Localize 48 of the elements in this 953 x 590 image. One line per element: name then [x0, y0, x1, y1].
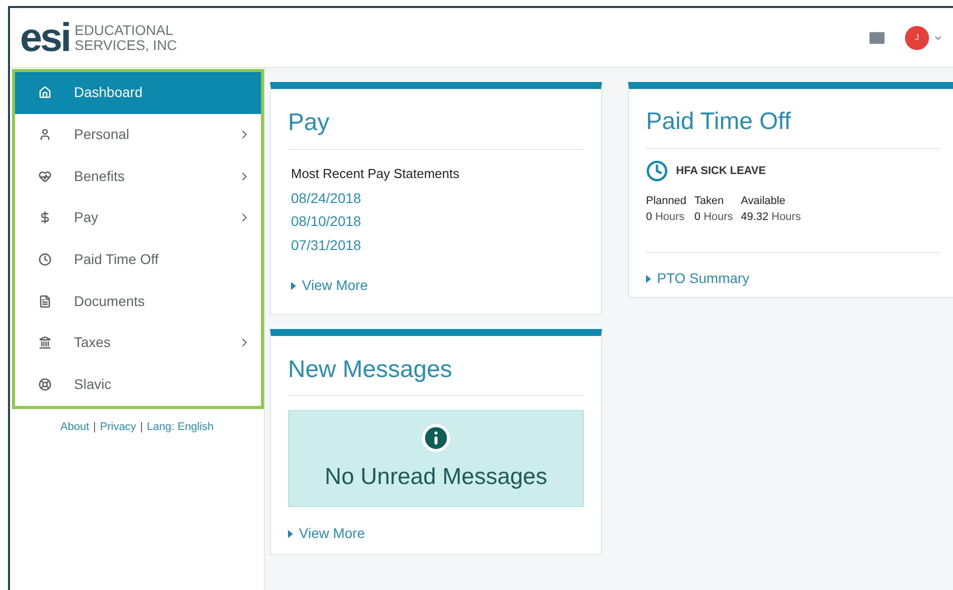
footer-link[interactable]: About	[60, 418, 90, 435]
plan-name: HFA SICK LEAVE	[676, 164, 766, 179]
home-icon	[38, 86, 52, 100]
statement-link[interactable]: 07/31/2018	[291, 234, 584, 257]
document-icon	[38, 294, 52, 308]
company-name: SERVICES, INC	[74, 38, 178, 52]
company-name: EDUCATIONAL	[74, 22, 174, 38]
bank-icon	[38, 336, 52, 350]
hours-value: 49.32 Hours	[740, 210, 801, 225]
card-title: New Messages	[288, 336, 584, 396]
view-more-link[interactable]: View More	[302, 275, 368, 296]
sidebar-item[interactable]: Dashboard	[15, 72, 261, 114]
heart-pulse-icon	[38, 170, 52, 183]
footer-link[interactable]: Lang: English	[146, 418, 214, 435]
hours-value: 0 Hours	[646, 210, 686, 225]
column-label: Taken	[694, 194, 725, 209]
logo-text: esi	[20, 18, 70, 58]
separator: |	[93, 420, 96, 434]
user-icon	[38, 128, 52, 142]
statement-link[interactable]: 08/24/2018	[291, 186, 584, 210]
column-label: Planned	[646, 194, 686, 209]
caret-icon	[646, 274, 651, 282]
view-more-link[interactable]: View More	[299, 523, 365, 544]
card-title: Pay	[288, 89, 584, 150]
footer-link[interactable]: Privacy	[100, 418, 136, 435]
sidebar-item[interactable]: Personal	[15, 114, 261, 156]
section-heading: Most Recent Pay Statements	[291, 165, 460, 183]
caret-icon	[291, 282, 296, 290]
avatar[interactable]: J	[905, 26, 929, 50]
sidebar-item[interactable]: Taxes	[15, 322, 261, 364]
sidebar-item[interactable]: Paid Time Off	[15, 238, 261, 280]
lifebuoy-icon	[38, 378, 52, 392]
clock-icon	[646, 160, 668, 182]
dollar-icon	[38, 211, 52, 224]
clock-icon	[38, 253, 52, 266]
column-label: Available	[740, 194, 786, 209]
notice-text: No Unread Messages	[324, 462, 548, 492]
hours-value: 0 Hours	[694, 210, 733, 225]
card-title: Paid Time Off	[646, 89, 941, 149]
info-icon	[421, 423, 451, 454]
sidebar-item[interactable]: Documents	[15, 280, 261, 322]
separator: |	[140, 420, 143, 434]
sidebar-item[interactable]: Pay	[15, 197, 261, 239]
statement-link[interactable]: 08/10/2018	[291, 210, 584, 234]
sidebar-item[interactable]: Benefits	[15, 155, 261, 198]
caret-icon	[288, 530, 293, 538]
view-more-link[interactable]: PTO Summary	[657, 268, 750, 289]
sidebar-item[interactable]: Slavic	[15, 364, 261, 406]
